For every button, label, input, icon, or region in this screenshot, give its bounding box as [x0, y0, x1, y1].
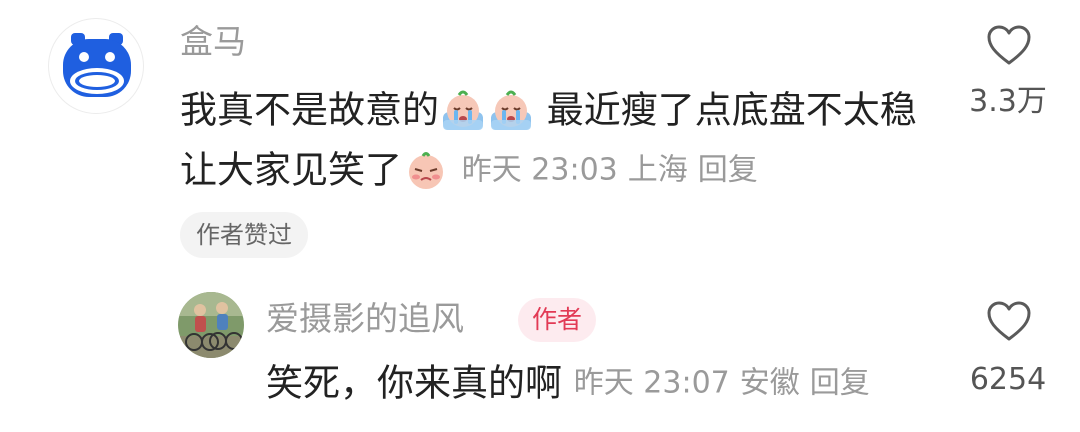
avatar-reply-user[interactable] — [178, 292, 244, 358]
author-liked-badge: 作者赞过 — [180, 212, 308, 258]
comment-time: 昨天 23:03 — [461, 152, 618, 187]
comment-username[interactable]: 盒马 — [180, 20, 246, 64]
comment-reply-button[interactable]: 回复 — [698, 152, 758, 187]
comment-text-part1: 我真不是故意的 — [180, 88, 439, 132]
avatar-hema[interactable] — [48, 18, 144, 114]
crying-face-emoji-icon — [443, 90, 483, 130]
embarrassed-face-emoji-icon — [409, 152, 443, 189]
reply-username[interactable]: 爱摄影的追风 — [266, 296, 464, 342]
heart-icon[interactable] — [986, 24, 1032, 66]
hippo-logo-icon — [63, 33, 131, 97]
comment-location: 上海 — [627, 152, 688, 187]
comment-like-count: 3.3万 — [969, 84, 1047, 119]
reply-text: 笑死，你来真的啊 — [266, 361, 562, 405]
reply-reply-button[interactable]: 回复 — [810, 366, 870, 401]
reply-time: 昨天 23:07 — [573, 365, 730, 401]
reply-like-count: 6254 — [969, 362, 1047, 397]
cyclists-photo-avatar-icon — [178, 292, 244, 358]
author-badge: 作者 — [518, 298, 597, 342]
heart-icon[interactable] — [986, 300, 1032, 342]
reply-body: 笑死，你来真的啊 昨天 23:07 安徽 回复 — [266, 354, 870, 412]
comment-body: 我真不是故意的 最近瘦了点底盘不太稳 让大家见笑了 昨天 23:03 上海 回复 — [180, 80, 960, 199]
reply-location: 安徽 — [739, 365, 800, 401]
crying-face-emoji-icon — [491, 90, 531, 130]
